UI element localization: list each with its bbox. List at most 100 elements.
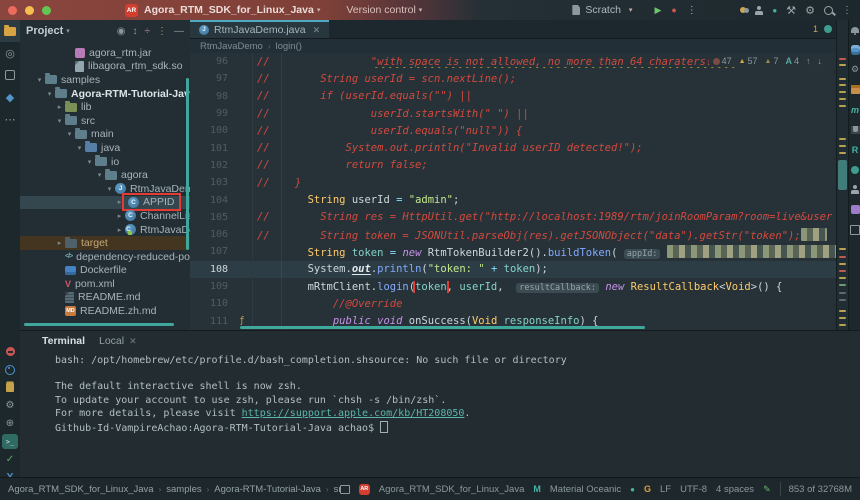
- tree-item[interactable]: Dockerfile: [20, 264, 190, 278]
- editor-horizontal-scrollbar[interactable]: [240, 326, 645, 329]
- expand-arrow-icon[interactable]: ▸: [114, 212, 125, 220]
- notifications-bell-icon[interactable]: [850, 24, 860, 35]
- collapse-arrow-icon[interactable]: ▾: [74, 144, 85, 152]
- hide-panel-icon[interactable]: —: [174, 26, 184, 37]
- stripe-mark[interactable]: [839, 277, 846, 279]
- tree-item[interactable]: ▾Agora-RTM-Tutorial-Java [RTM-Client-Dem…: [20, 87, 190, 101]
- structure-tool-icon[interactable]: ◆: [0, 86, 20, 108]
- code-line[interactable]: 102// return false;: [190, 157, 836, 174]
- screen-share-icon[interactable]: [340, 485, 350, 494]
- expand-arrow-icon[interactable]: ▸: [114, 198, 125, 206]
- tree-item[interactable]: ▸lib: [20, 100, 190, 114]
- code-line[interactable]: 97// String userId = scn.nextLine();: [190, 70, 836, 87]
- status-breadcrumb[interactable]: Agora_RTM_SDK_for_Linux_Java›samples›Ago…: [8, 484, 340, 495]
- stripe-mark[interactable]: [839, 138, 846, 140]
- build-tools-icon[interactable]: ⚒: [786, 4, 796, 17]
- more-tool-windows-icon[interactable]: ⋯: [0, 108, 20, 130]
- editor-tab[interactable]: J RtmJavaDemo.java ✕: [190, 20, 329, 38]
- debug-tool-icon[interactable]: [2, 362, 18, 377]
- expand-icon[interactable]: ↕: [133, 26, 138, 37]
- tree-item[interactable]: agora_rtm.jar: [20, 46, 190, 60]
- stripe-mark[interactable]: [839, 310, 846, 312]
- tree-item[interactable]: ▾samples: [20, 73, 190, 87]
- run-anything-icon[interactable]: R: [850, 144, 860, 155]
- stripe-mark[interactable]: [839, 91, 846, 93]
- tree-item[interactable]: ▾agora: [20, 168, 190, 182]
- status-path-item[interactable]: samples: [166, 484, 201, 495]
- tree-item[interactable]: ▾src: [20, 114, 190, 128]
- code-line[interactable]: 99// userId.startsWith(" ") ||: [190, 105, 836, 122]
- commit-tool-icon[interactable]: [0, 64, 20, 86]
- stripe-mark[interactable]: [839, 105, 846, 107]
- code-line[interactable]: 100// userId.equals("null")) {: [190, 122, 836, 139]
- zoom-window-button[interactable]: [42, 6, 51, 15]
- profiler-person-icon[interactable]: [850, 184, 860, 195]
- tree-item[interactable]: ▾main: [20, 128, 190, 142]
- tree-item[interactable]: ▸target: [20, 236, 190, 250]
- stripe-mark[interactable]: [839, 263, 846, 265]
- code-line[interactable]: 109 mRtmClient.login(token, userId, resu…: [190, 278, 836, 295]
- tree-item[interactable]: ▾JRtmJavaDemo.java: [20, 182, 190, 196]
- database-tool-icon[interactable]: [850, 44, 860, 55]
- stripe-mark[interactable]: [839, 248, 846, 250]
- writable-pen-icon[interactable]: ✎: [763, 484, 771, 495]
- indent-widget[interactable]: 4 spaces: [716, 484, 754, 495]
- prev-problem-icon[interactable]: ↑: [806, 56, 811, 66]
- tree-item[interactable]: libagora_rtm_sdk.so: [20, 60, 190, 74]
- collapse-arrow-icon[interactable]: ▾: [54, 117, 65, 125]
- collapse-arrow-icon[interactable]: ▾: [44, 90, 55, 98]
- run-tool-icon[interactable]: [2, 344, 18, 359]
- tree-item[interactable]: </>dependency-reduced-pom.xml: [20, 250, 190, 264]
- pull-requests-icon[interactable]: ◎: [0, 42, 20, 64]
- terminal-panel-title[interactable]: Terminal: [42, 335, 85, 347]
- ai-assistant-icon[interactable]: [850, 124, 860, 135]
- tree-item[interactable]: ▸CChannelListener: [20, 209, 190, 223]
- collapse-arrow-icon[interactable]: ▾: [84, 158, 95, 166]
- stripe-mark[interactable]: [839, 58, 846, 60]
- terminal-link[interactable]: https://support.apple.com/kb/HT208050: [242, 408, 465, 419]
- locate-file-icon[interactable]: ◉: [117, 26, 126, 37]
- run-configuration-selector[interactable]: Scratch: [585, 4, 621, 16]
- tree-item[interactable]: MDREADME.zh.md: [20, 304, 190, 318]
- options-icon[interactable]: ⋮: [157, 26, 167, 37]
- encoding-widget[interactable]: UTF-8: [680, 484, 707, 495]
- project-horizontal-scrollbar[interactable]: [24, 323, 174, 326]
- main-menu-icon[interactable]: ⋮: [842, 5, 852, 16]
- terminal-output[interactable]: bash: /opt/homebrew/etc/profile.d/bash_c…: [20, 351, 860, 434]
- status-path-item[interactable]: Agora_RTM_SDK_for_Linux_Java: [8, 484, 154, 495]
- account-icon[interactable]: [755, 6, 763, 15]
- stripe-mark[interactable]: [839, 78, 846, 80]
- settings-gear-icon[interactable]: ⚙: [805, 4, 815, 17]
- collapse-all-icon[interactable]: ÷: [145, 26, 151, 37]
- memory-indicator[interactable]: 853 of 32768M: [780, 482, 852, 496]
- tree-item[interactable]: ▾io: [20, 155, 190, 169]
- status-project-name[interactable]: Agora_RTM_SDK_for_Linux_Java: [379, 484, 525, 495]
- collapse-arrow-icon[interactable]: ▾: [94, 171, 105, 179]
- breadcrumb-method[interactable]: login(): [276, 41, 302, 52]
- search-everywhere-icon[interactable]: [824, 6, 833, 15]
- code-line[interactable]: 108 System.out.println("token: " + token…: [190, 261, 836, 278]
- stripe-mark[interactable]: [839, 145, 846, 147]
- project-panel-title[interactable]: Project: [26, 25, 63, 37]
- stripe-mark[interactable]: [839, 256, 846, 258]
- terminal-tool-icon[interactable]: >_: [2, 434, 18, 449]
- run-button[interactable]: ▶: [654, 5, 661, 16]
- expand-arrow-icon[interactable]: ▸: [114, 226, 125, 234]
- stripe-mark[interactable]: [839, 152, 846, 154]
- gradle-tool-icon[interactable]: [850, 164, 860, 175]
- trash-icon[interactable]: [2, 380, 18, 395]
- stripe-mark[interactable]: [839, 64, 846, 66]
- next-problem-icon[interactable]: ↓: [818, 56, 823, 66]
- device-manager-icon[interactable]: [850, 224, 860, 235]
- stripe-mark[interactable]: [839, 324, 846, 326]
- status-path-item[interactable]: Agora-RTM-Tutorial-Java: [214, 484, 321, 495]
- services-gear-icon[interactable]: ⚙: [2, 398, 18, 413]
- more-run-options-icon[interactable]: ⋮: [687, 5, 697, 16]
- stripe-mark[interactable]: [839, 284, 846, 286]
- plugins-tool-icon[interactable]: [850, 204, 860, 215]
- dependencies-tool-icon[interactable]: [850, 84, 860, 95]
- close-tab-icon[interactable]: ✕: [313, 25, 321, 36]
- inspections-widget[interactable]: 47 ▲57 ▲7 A4 ↑ ↓: [709, 55, 826, 67]
- stripe-mark[interactable]: [839, 84, 846, 86]
- stripe-mark[interactable]: [839, 270, 846, 272]
